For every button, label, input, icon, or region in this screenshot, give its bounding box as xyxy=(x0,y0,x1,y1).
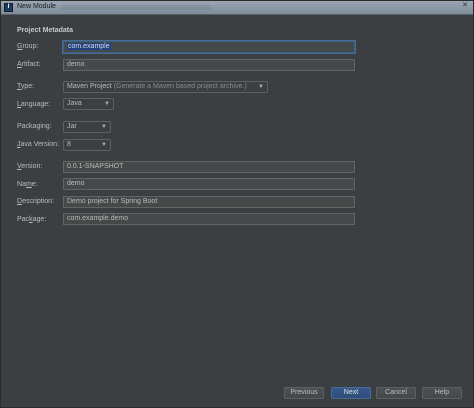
version-value: 0.0.1-SNAPSHOT xyxy=(67,163,124,170)
artifact-field[interactable]: demo xyxy=(63,59,355,71)
name-label: Name: xyxy=(17,181,38,188)
next-button[interactable]: Next xyxy=(331,387,371,399)
group-label-text: roup: xyxy=(22,43,39,50)
previous-button[interactable]: Previous xyxy=(284,387,324,399)
language-label-text: anguage: xyxy=(20,101,51,108)
description-field[interactable]: Demo project for Spring Boot xyxy=(63,196,355,208)
title-bar: I New Module ✕ xyxy=(1,1,473,15)
version-label: Version: xyxy=(17,163,42,170)
packaging-label-text: Packaging: xyxy=(17,123,52,130)
description-label: Description: xyxy=(17,198,54,205)
version-label-text: ersion: xyxy=(21,163,43,170)
group-label: Group: xyxy=(17,43,38,50)
chevron-down-icon: ▼ xyxy=(104,101,110,107)
window-title: New Module xyxy=(17,3,56,10)
help-button[interactable]: Help xyxy=(422,387,462,399)
cancel-button[interactable]: Cancel xyxy=(376,387,416,399)
type-label: Type: xyxy=(17,83,34,90)
description-label-text: escription: xyxy=(22,198,54,205)
packaging-select[interactable]: Jar ▼ xyxy=(63,121,111,133)
type-label-text: ype: xyxy=(20,83,35,90)
new-module-dialog: I New Module ✕ Project Metadata Group: c… xyxy=(0,0,474,408)
artifact-value: demo xyxy=(67,61,85,68)
blurred-background-title xyxy=(61,5,211,10)
language-label: Language: xyxy=(17,101,50,108)
chevron-down-icon: ▼ xyxy=(101,124,107,130)
packaging-value: Jar xyxy=(67,123,77,130)
window-controls: ✕ xyxy=(459,2,469,10)
chevron-down-icon: ▼ xyxy=(101,142,107,148)
packaging-label: Packaging: xyxy=(17,123,52,130)
language-value: Java xyxy=(67,100,82,107)
close-icon[interactable]: ✕ xyxy=(461,2,469,10)
group-value: com.example xyxy=(67,43,111,50)
package-label-text: age: xyxy=(32,216,47,223)
package-field[interactable]: com.example.demo xyxy=(63,213,355,225)
type-hint: (Generate a Maven based project archive.… xyxy=(113,83,247,90)
artifact-label-text: rtifact: xyxy=(21,61,41,68)
type-value: Maven Project xyxy=(67,83,112,90)
group-field[interactable]: com.example xyxy=(63,41,355,53)
package-value: com.example.demo xyxy=(67,215,129,222)
language-select[interactable]: Java ▼ xyxy=(63,98,114,110)
section-title: Project Metadata xyxy=(17,27,74,34)
artifact-label: Artifact: xyxy=(17,61,41,68)
package-label: Package: xyxy=(17,216,46,223)
name-field[interactable]: demo xyxy=(63,178,355,190)
intellij-icon: I xyxy=(4,3,13,12)
name-value: demo xyxy=(67,180,85,187)
java-version-label-text: ava Version: xyxy=(20,141,60,148)
version-field[interactable]: 0.0.1-SNAPSHOT xyxy=(63,161,355,173)
name-label-text: e: xyxy=(31,181,38,188)
chevron-down-icon: ▼ xyxy=(258,84,264,90)
description-value: Demo project for Spring Boot xyxy=(67,198,158,205)
java-version-label: Java Version: xyxy=(17,141,59,148)
package-label-prefix: Pac xyxy=(17,216,30,223)
java-version-select[interactable]: 8 ▼ xyxy=(63,139,111,151)
type-select[interactable]: Maven Project (Generate a Maven based pr… xyxy=(63,81,268,93)
name-label-prefix: Na xyxy=(17,181,26,188)
java-version-value: 8 xyxy=(67,141,71,148)
